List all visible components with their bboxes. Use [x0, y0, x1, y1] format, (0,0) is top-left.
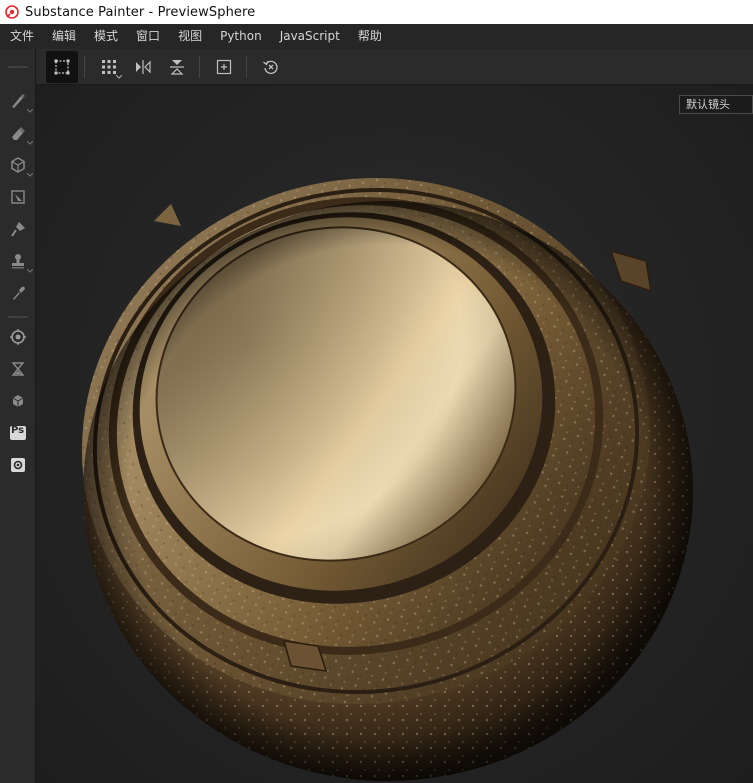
menu-edit[interactable]: 编辑 [46, 24, 82, 49]
toolbox-grip[interactable] [8, 316, 28, 318]
menu-python[interactable]: Python [214, 24, 268, 49]
camera-select[interactable]: 默认镜头 [679, 95, 753, 114]
app-window: Substance Painter - PreviewSphere 文件 编辑 … [0, 0, 753, 783]
toolbar-separator [84, 55, 85, 78]
mirror-x-icon [136, 59, 151, 74]
projection-tool-button[interactable] [6, 153, 33, 177]
chevron-down-icon [27, 109, 33, 113]
eraser-icon [12, 127, 25, 140]
brush-tool-button[interactable] [6, 89, 33, 113]
bake-button[interactable] [6, 325, 30, 349]
menu-help[interactable]: 帮助 [352, 24, 388, 49]
menu-file[interactable]: 文件 [4, 24, 40, 49]
polygon-fill-icon [11, 190, 25, 204]
menu-bar: 文件 编辑 模式 窗口 视图 Python JavaScript 帮助 [0, 24, 753, 49]
chevron-down-icon [27, 141, 33, 145]
clone-icon [12, 254, 24, 269]
eraser-tool-button[interactable] [6, 121, 33, 145]
toolbox-grip[interactable] [8, 66, 28, 68]
toolbar-separator [199, 55, 200, 78]
photoshop-button[interactable]: Ps [6, 421, 30, 445]
brush-icon [12, 94, 25, 108]
projection-icon [11, 157, 25, 173]
mirror-y-button[interactable] [161, 51, 193, 83]
grid-mode-button[interactable] [93, 51, 125, 83]
mirror-y-icon [170, 59, 184, 75]
frame-icon [216, 59, 232, 74]
title-bar: Substance Painter - PreviewSphere [0, 0, 753, 24]
mirror-x-button[interactable] [127, 51, 159, 83]
chevron-down-icon [27, 173, 33, 177]
screenshot-button[interactable] [6, 453, 30, 477]
smudge-icon [11, 222, 25, 237]
menu-view[interactable]: 视图 [172, 24, 208, 49]
export-button[interactable] [6, 357, 30, 381]
3d-viewport[interactable] [36, 86, 753, 783]
photoshop-label: Ps [11, 425, 25, 436]
menu-mode[interactable]: 模式 [88, 24, 124, 49]
grid-icon [102, 59, 116, 74]
reset-view-button[interactable] [255, 51, 287, 83]
menu-window[interactable]: 窗口 [130, 24, 166, 49]
bake-icon [10, 329, 26, 345]
color-picker-tool-button[interactable] [6, 281, 30, 305]
hourglass-icon [11, 362, 25, 376]
viewport-toolbar [36, 49, 753, 85]
preview-sphere[interactable] [36, 86, 753, 783]
iray-button[interactable] [6, 389, 30, 413]
cube-icon [12, 395, 24, 407]
toolbar-separator [246, 55, 247, 78]
clone-tool-button[interactable] [6, 249, 33, 273]
selection-icon [54, 59, 70, 74]
screenshot-icon [11, 458, 25, 472]
reset-icon [263, 60, 278, 74]
window-title: Substance Painter - PreviewSphere [25, 4, 256, 20]
selection-mode-button[interactable] [46, 50, 78, 83]
color-picker-icon [13, 286, 25, 300]
smudge-tool-button[interactable] [6, 217, 30, 241]
chevron-down-icon [27, 269, 33, 273]
frame-selection-button[interactable] [208, 51, 240, 83]
menu-javascript[interactable]: JavaScript [274, 24, 346, 49]
left-toolbox: Ps [0, 49, 36, 783]
polygon-fill-tool-button[interactable] [6, 185, 30, 209]
chevron-down-icon [116, 74, 122, 79]
substance-logo-icon [5, 5, 19, 19]
